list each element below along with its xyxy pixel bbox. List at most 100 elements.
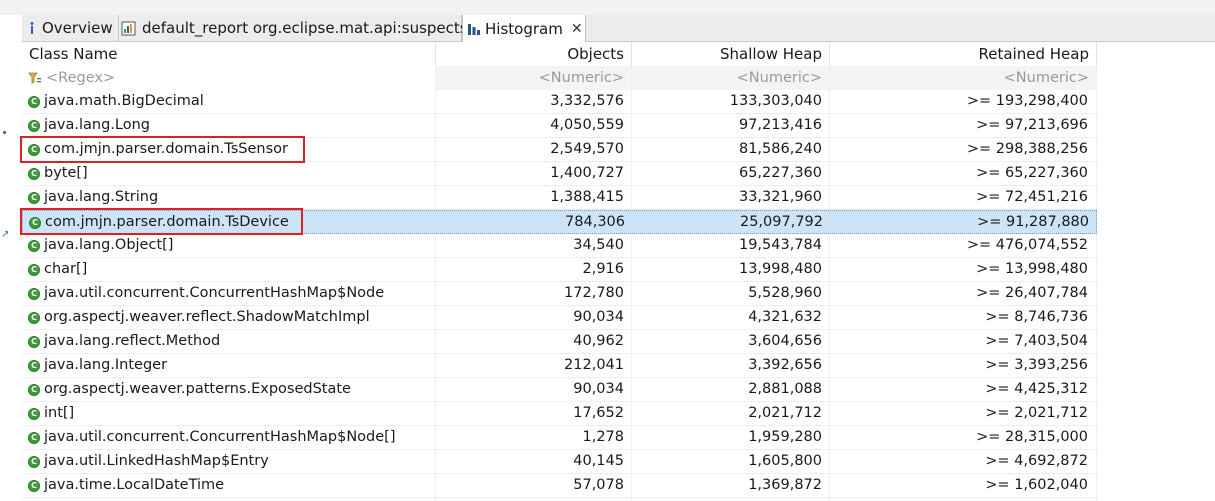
table-row[interactable]: Cjava.math.BigDecimal 3,332,576 133,303,04… bbox=[22, 90, 1097, 114]
shallow-heap-cell: 2,881,088 bbox=[748, 381, 822, 397]
objects-cell: 3,332,576 bbox=[550, 93, 624, 109]
shallow-heap-cell: 133,303,040 bbox=[729, 93, 822, 109]
table-row[interactable]: Cint[] 17,652 2,021,712 >= 2,021,712 bbox=[22, 402, 1097, 426]
table-row[interactable]: Cjava.lang.String 1,388,415 33,321,960 >= 7… bbox=[22, 186, 1097, 210]
class-name-label: java.util.concurrent.ConcurrentHashMap$N… bbox=[44, 429, 396, 445]
retained-heap-cell: >= 26,407,784 bbox=[976, 285, 1088, 301]
objects-cell: 2,549,570 bbox=[550, 141, 624, 157]
table-row[interactable]: Cbyte[] 1,400,727 65,227,360 >= 65,227,360 bbox=[22, 162, 1097, 186]
filter-row: <Regex> <Numeric> <Numeric> <Numeric> bbox=[22, 66, 1215, 90]
class-icon: C bbox=[28, 191, 40, 204]
retained-heap-cell: >= 476,074,552 bbox=[966, 237, 1088, 253]
class-name-label: char[] bbox=[44, 261, 88, 277]
retained-heap-cell: >= 2,021,712 bbox=[985, 405, 1088, 421]
retained-heap-cell: >= 97,213,696 bbox=[976, 117, 1088, 133]
histogram-icon bbox=[468, 22, 480, 36]
class-name-label: org.aspectj.weaver.reflect.ShadowMatchIm… bbox=[44, 309, 370, 325]
shallow-heap-cell: 13,998,480 bbox=[738, 261, 822, 277]
table-header: Class Name Objects Shallow Heap Retained… bbox=[22, 42, 1215, 66]
table-row[interactable]: Corg.aspectj.weaver.patterns.ExposedStat… bbox=[22, 378, 1097, 402]
shallow-heap-cell: 81,586,240 bbox=[738, 141, 822, 157]
shallow-heap-cell: 25,097,792 bbox=[739, 214, 823, 230]
class-name-cell: Corg.aspectj.weaver.reflect.ShadowMatchI… bbox=[28, 306, 432, 329]
filter-class-name[interactable]: <Regex> bbox=[22, 66, 435, 90]
tab-histogram[interactable]: Histogram ✕ bbox=[462, 15, 586, 42]
tab-label: default_report org.eclipse.mat.api:suspe… bbox=[142, 19, 468, 37]
table-row[interactable]: Cjava.lang.Object[] 34,540 19,543,784 >= 47… bbox=[22, 234, 1097, 258]
class-name-cell: Cint[] bbox=[28, 402, 432, 425]
shallow-heap-cell: 19,543,784 bbox=[738, 237, 822, 253]
table-row[interactable]: Cjava.util.LinkedHashMap$Entry 40,145 1,60… bbox=[22, 450, 1097, 474]
class-icon: C bbox=[28, 95, 40, 108]
table-row[interactable]: Cjava.lang.Integer 212,041 3,392,656 >= 3,3… bbox=[22, 354, 1097, 378]
filter-objects[interactable]: <Numeric> bbox=[436, 66, 631, 90]
retained-heap-cell: >= 72,451,216 bbox=[976, 189, 1088, 205]
class-name-label: java.util.LinkedHashMap$Entry bbox=[44, 453, 269, 469]
class-name-label: java.util.concurrent.ConcurrentHashMap$N… bbox=[44, 285, 385, 301]
class-icon: C bbox=[28, 167, 40, 180]
retained-heap-cell: >= 7,403,504 bbox=[985, 333, 1088, 349]
class-icon: C bbox=[28, 311, 40, 324]
header-retained-heap[interactable]: Retained Heap bbox=[830, 42, 1097, 66]
highlight-box bbox=[20, 136, 305, 163]
class-name-cell: Cbyte[] bbox=[28, 162, 432, 185]
objects-cell: 34,540 bbox=[573, 237, 624, 253]
class-name-label: java.math.BigDecimal bbox=[44, 93, 204, 109]
gutter-marker bbox=[3, 131, 6, 134]
close-icon[interactable]: ✕ bbox=[571, 21, 583, 37]
retained-heap-cell: >= 91,287,880 bbox=[977, 214, 1089, 230]
class-name-label: java.lang.Integer bbox=[44, 357, 168, 373]
header-shallow-heap[interactable]: Shallow Heap bbox=[632, 42, 830, 66]
retained-heap-cell: >= 8,746,736 bbox=[985, 309, 1088, 325]
objects-cell: 1,278 bbox=[582, 429, 624, 445]
class-icon: C bbox=[28, 455, 40, 468]
shallow-heap-cell: 33,321,960 bbox=[738, 189, 822, 205]
table-row[interactable]: Cjava.util.concurrent.ConcurrentHashMap$… bbox=[22, 426, 1097, 450]
shallow-heap-cell: 1,369,872 bbox=[748, 477, 822, 493]
retained-heap-cell: >= 65,227,360 bbox=[976, 165, 1088, 181]
class-name-label: java.time.LocalDateTime bbox=[44, 477, 225, 493]
class-name-cell: Cjava.lang.Integer bbox=[28, 354, 432, 377]
table-row[interactable]: Cjava.lang.Long 4,050,559 97,213,416 >= 97,… bbox=[22, 114, 1097, 138]
retained-heap-cell: >= 1,602,040 bbox=[985, 477, 1088, 493]
table-row[interactable]: Corg.aspectj.weaver.reflect.ShadowMatchI… bbox=[22, 306, 1097, 330]
info-icon bbox=[27, 21, 37, 35]
class-icon: C bbox=[28, 119, 40, 132]
objects-cell: 90,034 bbox=[573, 381, 624, 397]
table-row[interactable]: Cjava.util.concurrent.ConcurrentHashMap$… bbox=[22, 282, 1097, 306]
tab-overview[interactable]: Overview bbox=[22, 15, 119, 41]
shallow-heap-cell: 2,021,712 bbox=[748, 405, 822, 421]
header-objects[interactable]: Objects bbox=[436, 42, 632, 66]
class-name-cell: Cjava.lang.Long bbox=[28, 114, 432, 137]
retained-heap-cell: >= 3,393,256 bbox=[985, 357, 1088, 373]
highlight-box bbox=[20, 208, 303, 235]
class-icon: C bbox=[28, 263, 40, 276]
class-name-cell: Cjava.util.concurrent.ConcurrentHashMap$… bbox=[28, 426, 432, 449]
class-name-label: int[] bbox=[44, 405, 75, 421]
class-name-label: java.lang.String bbox=[44, 189, 159, 205]
objects-cell: 172,780 bbox=[564, 285, 624, 301]
left-gutter: ↗ bbox=[0, 15, 22, 501]
filter-retained-heap[interactable]: <Numeric> bbox=[830, 66, 1096, 90]
retained-heap-cell: >= 298,388,256 bbox=[966, 141, 1088, 157]
objects-cell: 212,041 bbox=[564, 357, 624, 373]
shallow-heap-cell: 5,528,960 bbox=[748, 285, 822, 301]
filter-shallow-heap[interactable]: <Numeric> bbox=[632, 66, 829, 90]
class-name-cell: Cjava.util.LinkedHashMap$Entry bbox=[28, 450, 432, 473]
objects-cell: 90,034 bbox=[573, 309, 624, 325]
class-name-cell: Cjava.lang.Object[] bbox=[28, 234, 432, 257]
table-row[interactable]: Cjava.time.LocalDateTime 57,078 1,369,872 >… bbox=[22, 474, 1097, 498]
retained-heap-cell: >= 13,998,480 bbox=[976, 261, 1088, 277]
class-icon: C bbox=[28, 431, 40, 444]
class-icon: C bbox=[28, 407, 40, 420]
objects-cell: 2,916 bbox=[582, 261, 624, 277]
class-name-label: byte[] bbox=[44, 165, 88, 181]
objects-cell: 57,078 bbox=[573, 477, 624, 493]
table-row[interactable]: Cchar[] 2,916 13,998,480 >= 13,998,480 bbox=[22, 258, 1097, 282]
table-row[interactable]: Cjava.lang.reflect.Method 40,962 3,604,656… bbox=[22, 330, 1097, 354]
class-name-label: java.lang.reflect.Method bbox=[44, 333, 221, 349]
shallow-heap-cell: 97,213,416 bbox=[738, 117, 822, 133]
header-class-name[interactable]: Class Name bbox=[22, 42, 436, 66]
shallow-heap-cell: 1,959,280 bbox=[748, 429, 822, 445]
tab-default-report[interactable]: default_report org.eclipse.mat.api:suspe… bbox=[119, 15, 468, 41]
